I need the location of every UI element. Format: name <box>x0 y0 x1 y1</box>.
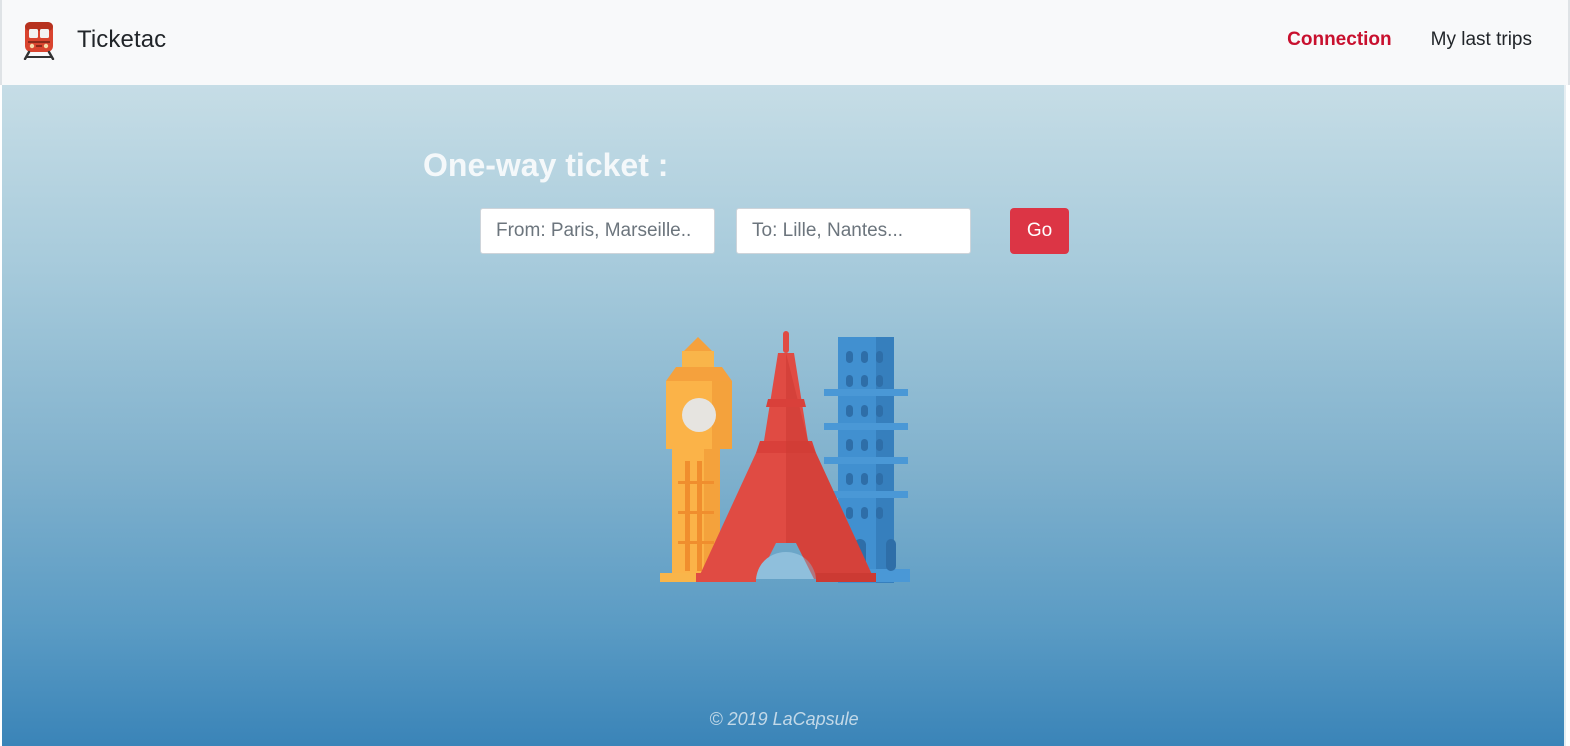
go-button[interactable]: Go <box>1010 208 1069 254</box>
brand-link[interactable]: Ticketac <box>22 20 166 60</box>
nav-link-my-last-trips[interactable]: My last trips <box>1431 29 1532 51</box>
page-title: One-way ticket : <box>423 147 669 183</box>
brand-name: Ticketac <box>77 26 167 53</box>
nav-link-connection[interactable]: Connection <box>1287 29 1392 51</box>
landmarks-illustration <box>660 331 910 583</box>
footer-copyright: © 2019 LaCapsule <box>709 709 859 729</box>
nav-links: Connection My last trips <box>1287 29 1532 51</box>
top-navbar: Ticketac Connection My last trips <box>0 0 1570 85</box>
from-city-input[interactable] <box>480 208 715 254</box>
to-city-input[interactable] <box>736 208 971 254</box>
train-icon <box>23 22 55 60</box>
hero-section: One-way ticket : Go <box>2 85 1566 746</box>
